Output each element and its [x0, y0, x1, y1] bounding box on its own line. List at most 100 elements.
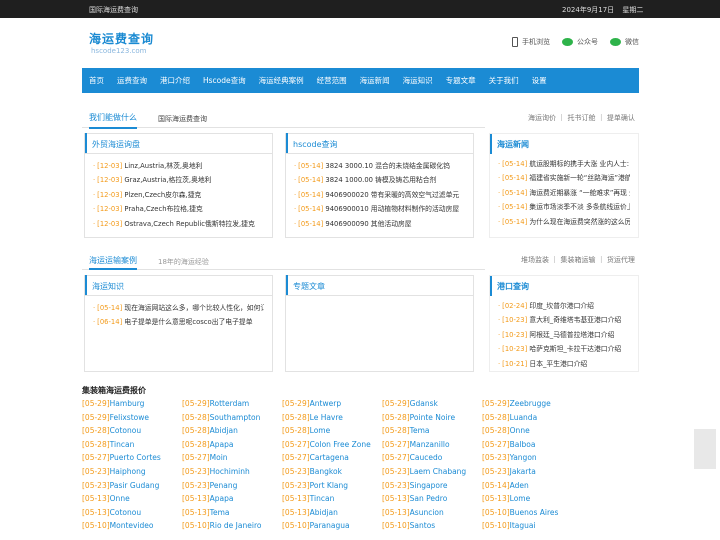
freight-inquiry-title[interactable]: 外贸海运询盘 — [85, 133, 272, 154]
rate-link[interactable]: [05-27]Colon Free Zone — [282, 440, 382, 454]
list-item[interactable]: [12-03] Graz,Austria,格拉茨,奥地利 — [93, 173, 264, 187]
rate-link[interactable]: [05-29]Rotterdam — [182, 399, 282, 413]
nav-cases[interactable]: 海运经典案例 — [259, 75, 304, 86]
list-item[interactable]: [05-14] 现在海运网站这么多，哪个比较人性化，如何订 — [93, 301, 264, 315]
rate-link[interactable]: [05-10]Santos — [382, 521, 482, 535]
rate-link[interactable]: [05-23]Bangkok — [282, 467, 382, 481]
list-item[interactable]: [10-23] 意大利_奇维塔韦基亚港口介绍 — [498, 313, 630, 327]
tab-what-we-do[interactable]: 我们能做什么 — [89, 112, 137, 129]
knowledge-title[interactable]: 海运知识 — [85, 275, 272, 296]
rate-link[interactable]: [05-28]Apapa — [182, 440, 282, 454]
rate-link[interactable]: [05-13]San Pedro — [382, 494, 482, 508]
list-item[interactable]: [05-14] 为什么现在海运费突然涨的这么厉 — [498, 215, 630, 229]
official-account-link[interactable]: 公众号 — [562, 37, 598, 47]
rate-link[interactable]: [05-13]Tema — [182, 508, 282, 522]
nav-scope[interactable]: 经营范围 — [317, 75, 347, 86]
topics-title[interactable]: 专题文章 — [286, 275, 473, 296]
floating-side-widget[interactable] — [694, 429, 716, 469]
rate-port: Cotonou — [109, 507, 142, 517]
rate-link[interactable]: [05-27]Manzanillo — [382, 440, 482, 454]
rate-link[interactable]: [05-29]Gdansk — [382, 399, 482, 413]
hscode-title[interactable]: hscode查询 — [286, 133, 473, 154]
list-item[interactable]: [10-21] 日本_平生港口介绍 — [498, 357, 630, 371]
rate-link[interactable]: [05-27]Puerto Cortes — [82, 453, 182, 467]
nav-news[interactable]: 海运新闻 — [360, 75, 390, 86]
section2-links[interactable]: 堆场监装 ｜ 集装箱运输 ｜ 货运代理 — [521, 255, 635, 265]
rate-link[interactable]: [05-28]Abidjan — [182, 426, 282, 440]
rate-link[interactable]: [05-13]Asuncion — [382, 508, 482, 522]
tab-shipping-cases[interactable]: 海运运输案例 — [89, 255, 137, 270]
list-item[interactable]: [05-14] 海运费近期暴涨 “一舱难求”再现 外 — [498, 186, 630, 200]
nav-about[interactable]: 关于我们 — [489, 75, 519, 86]
rate-link[interactable]: [05-13]Onne — [82, 494, 182, 508]
rate-link[interactable]: [05-27]Cartagena — [282, 453, 382, 467]
rate-link[interactable]: [05-27]Caucedo — [382, 453, 482, 467]
list-item[interactable]: [05-14] 福建省实施新一轮“丝路海运”港航 — [498, 171, 630, 185]
shipping-news-title[interactable]: 海运新闻 — [490, 134, 638, 154]
nav-freight[interactable]: 运费查询 — [117, 75, 147, 86]
section1-links[interactable]: 海运询价 ｜ 托书订舱 ｜ 提单确认 — [528, 113, 635, 123]
rate-link[interactable]: [05-23]Penang — [182, 481, 282, 495]
port-query-title[interactable]: 港口查询 — [490, 276, 638, 296]
rate-link[interactable]: [05-29]Zeebrugge — [482, 399, 582, 413]
list-item[interactable]: [10-23] 阿根廷_马德普拉塔港口介绍 — [498, 328, 630, 342]
list-item[interactable]: [05-14] 9406900090 其他活动房屋 — [294, 217, 465, 231]
nav-knowledge[interactable]: 海运知识 — [403, 75, 433, 86]
rate-link[interactable]: [05-14]Aden — [482, 481, 582, 495]
rate-link[interactable]: [05-10]Paranagua — [282, 521, 382, 535]
list-item[interactable]: [12-03] Ostrava,Czech Republic俄斯特拉发,捷克 — [93, 217, 264, 231]
list-item[interactable]: [10-23] 哈萨克斯坦_卡拉干达港口介绍 — [498, 342, 630, 356]
rate-link[interactable]: [05-23]Yangon — [482, 453, 582, 467]
nav-topics[interactable]: 专题文章 — [446, 75, 476, 86]
rate-link[interactable]: [05-23]Haiphong — [82, 467, 182, 481]
rate-link[interactable]: [05-13]Abidjan — [282, 508, 382, 522]
rate-link[interactable]: [05-28]Pointe Noire — [382, 413, 482, 427]
rate-link[interactable]: [05-27]Balboa — [482, 440, 582, 454]
rate-link[interactable]: [05-13]Cotonou — [82, 508, 182, 522]
list-item[interactable]: [05-14] 9406900020 带有采暖的高效空气过滤单元 — [294, 188, 465, 202]
rate-link[interactable]: [05-28]Luanda — [482, 413, 582, 427]
site-logo[interactable]: 海运费查询 — [89, 30, 154, 47]
nav-home[interactable]: 首页 — [89, 75, 104, 86]
rate-link[interactable]: [05-13]Tincan — [282, 494, 382, 508]
list-item[interactable]: [05-14] 3824 3000.10 混合的未烧结金属碳化钨 — [294, 159, 465, 173]
list-item[interactable]: [02-24] 印度_坎普尔港口介绍 — [498, 299, 630, 313]
rate-link[interactable]: [05-10]Montevideo — [82, 521, 182, 535]
rate-link[interactable]: [05-13]Apapa — [182, 494, 282, 508]
mobile-link[interactable]: 手机浏览 — [512, 37, 550, 47]
list-item[interactable]: [05-14] 集运市场淡季不淡 多条航线运价上 — [498, 200, 630, 214]
rate-link[interactable]: [05-10]Itaguai — [482, 521, 582, 535]
rate-link[interactable]: [05-23]Port Klang — [282, 481, 382, 495]
list-item[interactable]: [12-03] Plzen,Czech皮尔森,捷克 — [93, 188, 264, 202]
rate-link[interactable]: [05-23]Jakarta — [482, 467, 582, 481]
list-item[interactable]: [05-14] 航运股期标的携手大涨 业内人士: — [498, 157, 630, 171]
nav-ports[interactable]: 港口介绍 — [160, 75, 190, 86]
rate-link[interactable]: [05-27]Moin — [182, 453, 282, 467]
rate-link[interactable]: [05-28]Le Havre — [282, 413, 382, 427]
rate-link[interactable]: [05-13]Lome — [482, 494, 582, 508]
list-item[interactable]: [12-03] Linz,Austria,林茨,奥地利 — [93, 159, 264, 173]
rate-link[interactable]: [05-23]Laem Chabang — [382, 467, 482, 481]
rate-link[interactable]: [05-29]Felixstowe — [82, 413, 182, 427]
rate-link[interactable]: [05-28]Onne — [482, 426, 582, 440]
list-item[interactable]: [05-14] 3824 1000.00 铸模及铸芯用粘合剂 — [294, 173, 465, 187]
list-item[interactable]: [05-14] 9406900010 用动植物材料制作的活动房屋 — [294, 202, 465, 216]
rate-link[interactable]: [05-28]Cotonou — [82, 426, 182, 440]
wechat-link[interactable]: 微信 — [610, 37, 639, 47]
list-item[interactable]: [06-14] 电子提单是什么意思呢cosco出了电子提单 — [93, 315, 264, 329]
rate-link[interactable]: [05-28]Lome — [282, 426, 382, 440]
rate-link[interactable]: [05-28]Tincan — [82, 440, 182, 454]
rate-link[interactable]: [05-28]Tema — [382, 426, 482, 440]
nav-hscode[interactable]: Hscode查询 — [203, 75, 246, 86]
tab-freight-query[interactable]: 国际海运费查询 — [158, 114, 207, 124]
nav-settings[interactable]: 设置 — [532, 75, 547, 86]
rate-link[interactable]: [05-29]Hamburg — [82, 399, 182, 413]
rate-link[interactable]: [05-23]Pasir Gudang — [82, 481, 182, 495]
list-item[interactable]: [12-03] Praha,Czech布拉格,捷克 — [93, 202, 264, 216]
rate-link[interactable]: [05-10]Rio de Janeiro — [182, 521, 282, 535]
rate-link[interactable]: [05-10]Buenos Aires — [482, 508, 582, 522]
rate-link[interactable]: [05-29]Antwerp — [282, 399, 382, 413]
rate-link[interactable]: [05-28]Southampton — [182, 413, 282, 427]
rate-link[interactable]: [05-23]Hochiminh — [182, 467, 282, 481]
rate-link[interactable]: [05-23]Singapore — [382, 481, 482, 495]
